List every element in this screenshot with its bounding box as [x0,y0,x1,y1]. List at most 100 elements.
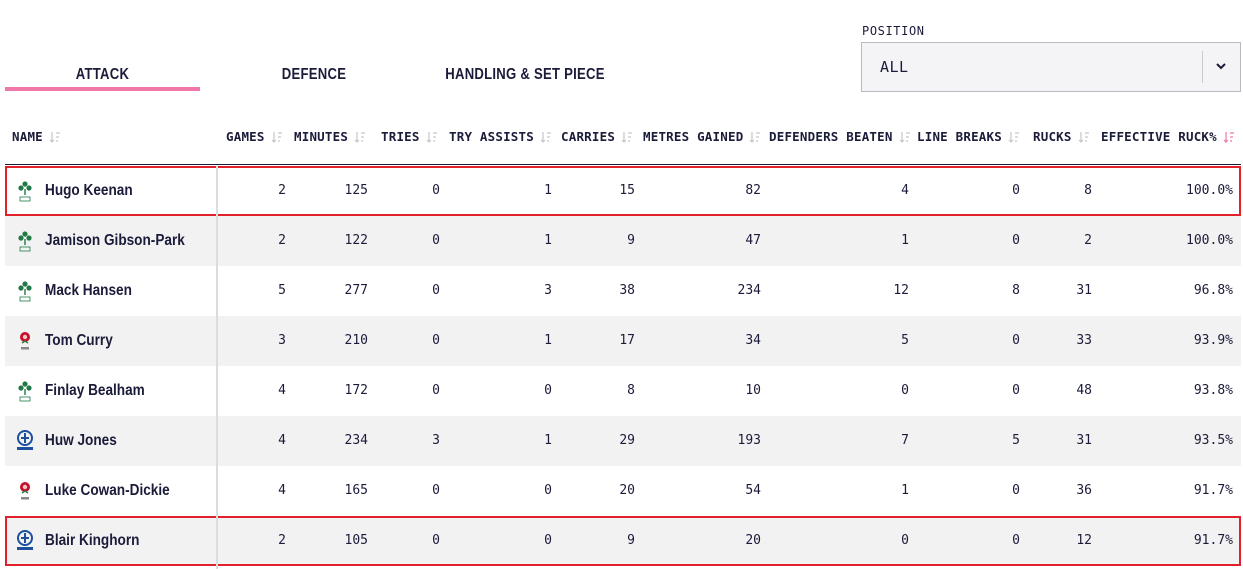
table-row[interactable]: Blair Kinghorn 2 105 0 0 9 20 0 0 12 91.7% [5,516,1241,566]
cell-tries: 0 [432,483,440,498]
column-header-line-breaks[interactable]: LINE BREAKS [917,128,1020,146]
column-header-games[interactable]: GAMES [226,128,283,146]
column-header-effective-ruck[interactable]: EFFECTIVE RUCK% [1101,128,1235,146]
sort-icon[interactable] [426,131,438,143]
table-row[interactable]: Tom Curry 3 210 0 1 17 34 5 0 33 93.9% [5,316,1241,366]
sort-icon[interactable] [540,131,552,143]
column-header-rucks[interactable]: RUCKS [1033,128,1090,146]
cell-try-assists: 3 [544,283,552,298]
cell-minutes: 172 [344,383,368,398]
cell-defenders-beaten: 0 [901,383,909,398]
cell-games: 4 [278,433,286,448]
cell-effective-ruck: 100.0% [1186,183,1233,198]
cell-defenders-beaten: 1 [901,233,909,248]
cell-rucks: 2 [1084,233,1092,248]
cell-rucks: 31 [1076,433,1092,448]
cell-defenders-beaten: 7 [901,433,909,448]
cell-rucks: 8 [1084,183,1092,198]
cell-tries: 0 [432,183,440,198]
ireland-crest-icon [18,381,32,402]
table-row[interactable]: Luke Cowan-Dickie 4 165 0 0 20 54 1 0 36 91.7% [5,466,1241,516]
cell-try-assists: 0 [544,483,552,498]
sort-icon[interactable] [1008,131,1020,143]
table-row[interactable]: Mack Hansen 5 277 0 3 38 234 12 8 31 96.8% [5,266,1241,316]
position-select-value: ALL [880,58,909,76]
name-column-divider [216,166,218,569]
column-header-try-assists[interactable]: TRY ASSISTS [449,128,552,146]
cell-line-breaks: 5 [1012,433,1020,448]
player-name[interactable]: Jamison Gibson-Park [45,216,185,266]
cell-games: 2 [278,183,286,198]
table-row[interactable]: Huw Jones 4 234 3 1 29 193 7 5 31 93.5% [5,416,1241,466]
cell-effective-ruck: 100.0% [1186,233,1233,248]
cell-defenders-beaten: 12 [893,283,909,298]
header-divider [5,164,1241,165]
column-header-minutes[interactable]: MINUTES [294,128,366,146]
cell-metres-gained: 234 [737,283,761,298]
cell-defenders-beaten: 4 [901,183,909,198]
sort-icon[interactable] [1223,131,1235,143]
cell-rucks: 33 [1076,333,1092,348]
column-header-tries[interactable]: TRIES [381,128,438,146]
column-header-label: RUCKS [1033,129,1072,144]
cell-games: 2 [278,233,286,248]
cell-minutes: 125 [344,183,368,198]
column-header-carries[interactable]: CARRIES [561,128,633,146]
england-rose-icon [20,332,30,350]
select-divider [1202,51,1203,83]
sort-icon[interactable] [899,131,911,143]
table-row[interactable]: Finlay Bealham 4 172 0 0 8 10 0 0 48 93.8% [5,366,1241,416]
sort-alpha-icon[interactable] [49,131,61,143]
sort-icon[interactable] [1078,131,1090,143]
cell-metres-gained: 34 [745,333,761,348]
tab-handling-set-piece[interactable]: HANDLING & SET PIECE [435,58,615,92]
cell-minutes: 105 [344,533,368,548]
player-name[interactable]: Mack Hansen [45,266,132,316]
cell-try-assists: 0 [544,533,552,548]
cell-try-assists: 1 [544,333,552,348]
cell-carries: 9 [627,533,635,548]
cell-minutes: 277 [344,283,368,298]
table-row[interactable]: Jamison Gibson-Park 2 122 0 1 9 47 1 0 2 100.0% [5,216,1241,266]
column-header-label: GAMES [226,129,265,144]
player-name[interactable]: Hugo Keenan [45,166,133,216]
cell-tries: 0 [432,283,440,298]
column-header-label: DEFENDERS BEATEN [769,129,893,144]
tab-defence[interactable]: DEFENCE [234,58,393,92]
column-header-label: MINUTES [294,129,349,144]
cell-games: 5 [278,283,286,298]
ireland-crest-icon [18,281,32,302]
cell-try-assists: 1 [544,183,552,198]
table-row[interactable]: Hugo Keenan 2 125 0 1 15 82 4 0 8 100.0% [5,166,1241,216]
cell-effective-ruck: 91.7% [1193,483,1233,498]
column-header-metres-gained[interactable]: METRES GAINED [643,128,761,146]
cell-games: 3 [278,333,286,348]
sort-icon[interactable] [621,131,633,143]
ireland-crest-icon [18,181,32,202]
cell-metres-gained: 82 [745,183,761,198]
cell-tries: 0 [432,333,440,348]
position-select[interactable]: ALL [861,42,1241,92]
player-name[interactable]: Huw Jones [45,416,117,466]
sort-icon[interactable] [749,131,761,143]
player-name[interactable]: Finlay Bealham [45,366,145,416]
player-name[interactable]: Blair Kinghorn [45,516,139,566]
sort-icon[interactable] [271,131,283,143]
cell-line-breaks: 0 [1012,483,1020,498]
cell-rucks: 48 [1076,383,1092,398]
sort-icon[interactable] [354,131,366,143]
cell-minutes: 165 [344,483,368,498]
player-name[interactable]: Tom Curry [45,316,113,366]
cell-defenders-beaten: 1 [901,483,909,498]
cell-try-assists: 0 [544,383,552,398]
cell-metres-gained: 54 [745,483,761,498]
column-header-name[interactable]: NAME [12,128,61,146]
cell-carries: 17 [619,333,635,348]
cell-effective-ruck: 93.9% [1193,333,1233,348]
column-header-defenders-beaten[interactable]: DEFENDERS BEATEN [769,128,911,146]
cell-line-breaks: 0 [1012,383,1020,398]
cell-rucks: 12 [1076,533,1092,548]
cell-rucks: 36 [1076,483,1092,498]
player-name[interactable]: Luke Cowan-Dickie [45,466,170,516]
cell-games: 2 [278,533,286,548]
